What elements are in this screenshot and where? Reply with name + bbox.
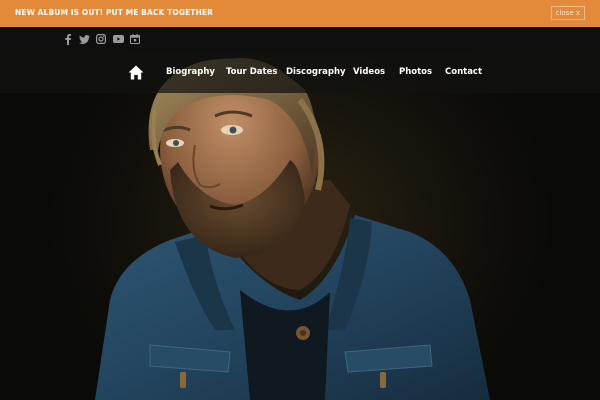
close-announcement-button[interactable]: close x bbox=[550, 6, 585, 20]
announcement-bar: NEW ALBUM IS OUT! PUT ME BACK TOGETHER c… bbox=[0, 0, 600, 27]
main-nav: Biography Tour Dates Discography Videos … bbox=[0, 53, 600, 93]
nav-item-photos[interactable]: Photos bbox=[399, 67, 432, 77]
portrait-illustration bbox=[95, 58, 490, 400]
social-bar bbox=[0, 27, 600, 53]
youtube-icon[interactable] bbox=[111, 32, 125, 46]
nav-item-tour-dates[interactable]: Tour Dates bbox=[226, 67, 277, 77]
nav-item-discography[interactable]: Discography bbox=[286, 67, 346, 77]
nav-item-videos[interactable]: Videos bbox=[353, 67, 385, 77]
calendar-icon[interactable] bbox=[128, 32, 142, 46]
announcement-text: NEW ALBUM IS OUT! PUT ME BACK TOGETHER bbox=[15, 8, 213, 17]
home-icon[interactable] bbox=[128, 65, 144, 81]
hero-portrait-image bbox=[0, 53, 600, 400]
twitter-icon[interactable] bbox=[77, 32, 91, 46]
instagram-icon[interactable] bbox=[94, 32, 108, 46]
nav-item-contact[interactable]: Contact bbox=[445, 67, 482, 77]
facebook-icon[interactable] bbox=[61, 32, 75, 46]
nav-item-biography[interactable]: Biography bbox=[166, 67, 215, 77]
